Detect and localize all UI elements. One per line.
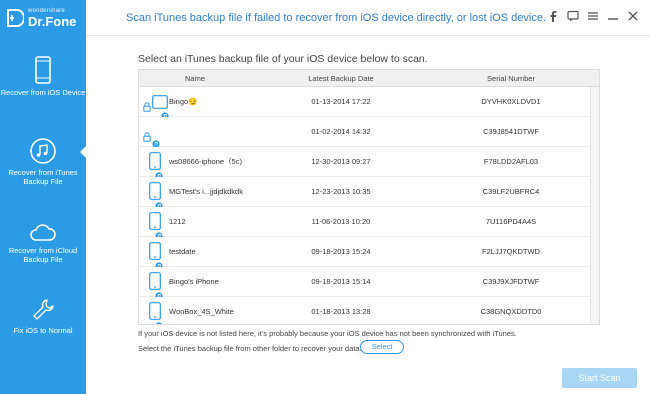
- tablet-icon: [152, 92, 169, 117]
- phone-icon: [149, 272, 163, 297]
- phone-icon: [149, 152, 163, 177]
- row-backup-date: 01-02-2014 14:32: [311, 127, 371, 136]
- sidebar-item-recover-itunes-backup[interactable]: Recover from iTunes Backup File: [0, 138, 86, 186]
- row-serial-number: C38GNQXDDTD0: [480, 307, 542, 316]
- header-bar: Scan iTunes backup file if failed to rec…: [86, 0, 650, 36]
- row-device-icons: [143, 177, 169, 207]
- itunes-badge-icon: [155, 223, 163, 237]
- sidebar: wondershare Dr.Fone Recover from iOS Dev…: [0, 0, 86, 394]
- row-device-icons: [143, 267, 169, 297]
- row-device-icons: [143, 147, 169, 177]
- column-header-date[interactable]: Latest Backup Date: [251, 74, 431, 83]
- column-header-serial[interactable]: Serial Number: [431, 74, 591, 83]
- row-serial-number: C39J9XJFDTWF: [482, 277, 540, 286]
- phone-icon: [149, 212, 163, 237]
- menu-icon[interactable]: [586, 10, 600, 24]
- row-backup-date: 01-13-2014 17:22: [311, 97, 371, 106]
- close-icon[interactable]: [626, 10, 640, 24]
- row-backup-date: 09-18-2013 15:24: [311, 247, 371, 256]
- itunes-badge-icon: [155, 163, 163, 177]
- row-serial-number: F2LJJ7QKDTWD: [482, 247, 540, 256]
- sidebar-item-recover-ios-device[interactable]: Recover from iOS Device: [0, 56, 86, 97]
- row-serial-number: F78LDD2AFL03: [483, 157, 539, 166]
- select-other-note: Select the iTunes backup file from other…: [138, 344, 362, 353]
- minimize-icon[interactable]: [606, 10, 620, 24]
- itunes-badge-icon: [155, 253, 163, 267]
- start-scan-button[interactable]: Start Scan: [562, 368, 637, 388]
- row-backup-date: 12-23-2013 10:35: [311, 187, 371, 196]
- app-logo: wondershare Dr.Fone: [0, 0, 86, 38]
- sidebar-item-label: Fix iOS to Normal: [13, 326, 73, 335]
- phone-icon: [149, 302, 163, 324]
- table-row[interactable]: 1212 11-06-2013 10:20 7U116PD4A4S: [139, 207, 591, 237]
- row-serial-number: DYVHK0XLDVD1: [481, 97, 541, 106]
- row-serial-number: C39LF2UBFRC4: [482, 187, 540, 196]
- table-row[interactable]: ws08666-iphone（5c) 12-30-2013 09:27 F78LDD…: [139, 147, 591, 177]
- row-backup-date: 01-18-2013 13:28: [311, 307, 371, 316]
- itunes-badge-icon: [161, 103, 169, 117]
- row-name: ws08666-iphone（5c): [169, 157, 242, 166]
- row-name: testdate: [169, 247, 196, 256]
- row-device-icons: [143, 297, 169, 324]
- cloud-icon: [30, 224, 56, 241]
- not-listed-note: If your iOS device is not listed here, i…: [138, 329, 517, 338]
- sidebar-item-label: Recover from iTunes Backup File: [8, 168, 78, 186]
- phone-icon: [149, 182, 163, 207]
- row-device-icons: [143, 87, 169, 117]
- facebook-icon[interactable]: [546, 10, 560, 24]
- row-name: Bingo's iPhone: [169, 277, 219, 286]
- table-row[interactable]: 01-02-2014 14:32 C39J8541DTWF: [139, 117, 591, 147]
- row-device-icons: [143, 207, 169, 237]
- table-header: Name Latest Backup Date Serial Number: [139, 70, 599, 87]
- table-row[interactable]: WonBox_4S_White 01-18-2013 13:28 C38GNQXDD…: [139, 297, 591, 324]
- wrench-icon: [33, 299, 54, 320]
- table-body: Bingo😏 01-13-2014 17:22 DYVHK0XLDVD1 01-02-…: [139, 87, 591, 324]
- table-row[interactable]: MGTest's i...jjdjdkdkdk 12-23-2013 10:35 C…: [139, 177, 591, 207]
- drfone-logo-icon: [7, 9, 24, 27]
- app-name: Dr.Fone: [28, 14, 77, 29]
- lock-icon: [143, 125, 151, 147]
- table-row[interactable]: Bingo's iPhone 09-18-2013 15:14 C39J9XJFDT…: [139, 267, 591, 297]
- row-backup-date: 11-06-2013 10:20: [311, 217, 371, 226]
- row-device-icons: [143, 237, 169, 267]
- phone-icon: [152, 131, 160, 147]
- page-title: Scan iTunes backup file if failed to rec…: [126, 12, 547, 24]
- sidebar-item-fix-ios[interactable]: Fix iOS to Normal: [0, 298, 86, 335]
- feedback-icon[interactable]: [566, 10, 580, 24]
- phone-icon: [35, 56, 51, 84]
- vertical-scrollbar[interactable]: [590, 87, 599, 324]
- row-serial-number: 7U116PD4A4S: [485, 217, 537, 226]
- column-header-name[interactable]: Name: [139, 74, 251, 83]
- row-serial-number: C39J8541DTWF: [483, 127, 539, 136]
- row-name: WonBox_4S_White: [169, 307, 234, 316]
- itunes-badge-icon: [155, 283, 163, 297]
- row-backup-date: 09-18-2013 15:14: [311, 277, 371, 286]
- backup-table: Name Latest Backup Date Serial Number Bi…: [138, 69, 600, 325]
- table-row[interactable]: testdate 09-18-2013 15:24 F2LJJ7QKDTWD: [139, 237, 591, 267]
- row-name: 1212: [169, 217, 186, 226]
- itunes-badge-icon: [155, 193, 163, 207]
- itunes-badge-icon: [155, 313, 163, 324]
- table-row[interactable]: Bingo😏 01-13-2014 17:22 DYVHK0XLDVD1: [139, 87, 591, 117]
- phone-icon: [149, 242, 163, 267]
- sidebar-item-label: Recover from iOS Device: [0, 88, 86, 97]
- instruction-text: Select an iTunes backup file of your iOS…: [138, 53, 428, 65]
- row-backup-date: 12-30-2013 09:27: [311, 157, 371, 166]
- row-device-icons: [143, 117, 169, 147]
- select-folder-button[interactable]: Select: [360, 340, 404, 354]
- active-indicator: [80, 146, 86, 158]
- lock-icon: [143, 95, 151, 117]
- row-name: [169, 117, 251, 147]
- row-name: MGTest's i...jjdjdkdkdk: [169, 187, 243, 196]
- sidebar-item-recover-icloud-backup[interactable]: Recover from iCloud Backup File: [0, 222, 86, 264]
- sidebar-item-label: Recover from iCloud Backup File: [8, 246, 78, 264]
- row-name: Bingo😏: [169, 97, 198, 106]
- music-note-icon: [30, 138, 56, 164]
